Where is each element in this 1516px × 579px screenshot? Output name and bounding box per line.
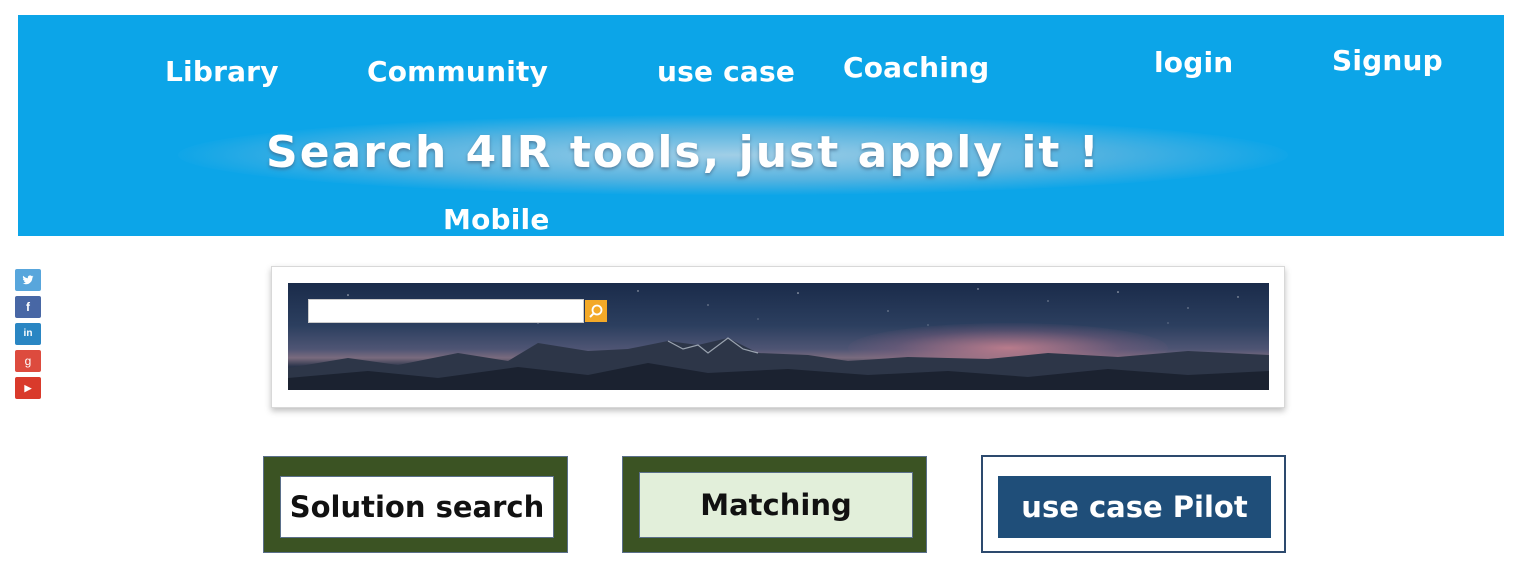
facebook-icon[interactable]: f xyxy=(15,296,41,318)
linkedin-icon[interactable]: in xyxy=(15,323,41,345)
nav-mobile[interactable]: Mobile xyxy=(443,203,550,236)
matching-button[interactable]: Matching xyxy=(622,456,927,553)
use-case-pilot-button[interactable]: use case Pilot xyxy=(981,455,1286,553)
use-case-pilot-label: use case Pilot xyxy=(998,476,1271,538)
night-sky-mountain-image xyxy=(288,283,1269,390)
nav-community[interactable]: Community xyxy=(367,55,548,88)
nav-coaching[interactable]: Coaching xyxy=(843,51,989,84)
twitter-icon[interactable] xyxy=(15,269,41,291)
matching-label: Matching xyxy=(639,472,913,538)
google-plus-icon[interactable]: g xyxy=(15,350,41,372)
nav-login[interactable]: login xyxy=(1154,46,1233,79)
tagline: Search 4IR tools, just apply it ! xyxy=(266,127,1101,178)
nav-use-case[interactable]: use case xyxy=(657,55,795,88)
youtube-icon[interactable]: ▶ xyxy=(15,377,41,399)
solution-search-label: Solution search xyxy=(280,476,554,538)
solution-search-button[interactable]: Solution search xyxy=(263,456,568,553)
nav-signup[interactable]: Signup xyxy=(1332,44,1443,77)
search-input[interactable] xyxy=(308,299,584,323)
nav-library[interactable]: Library xyxy=(165,55,279,88)
search-icon xyxy=(589,304,603,318)
search-hero xyxy=(271,266,1285,408)
social-bar: f in g ▶ xyxy=(15,269,41,404)
search-button[interactable] xyxy=(585,300,607,322)
header-banner: Library Community use case Coaching logi… xyxy=(18,15,1504,236)
